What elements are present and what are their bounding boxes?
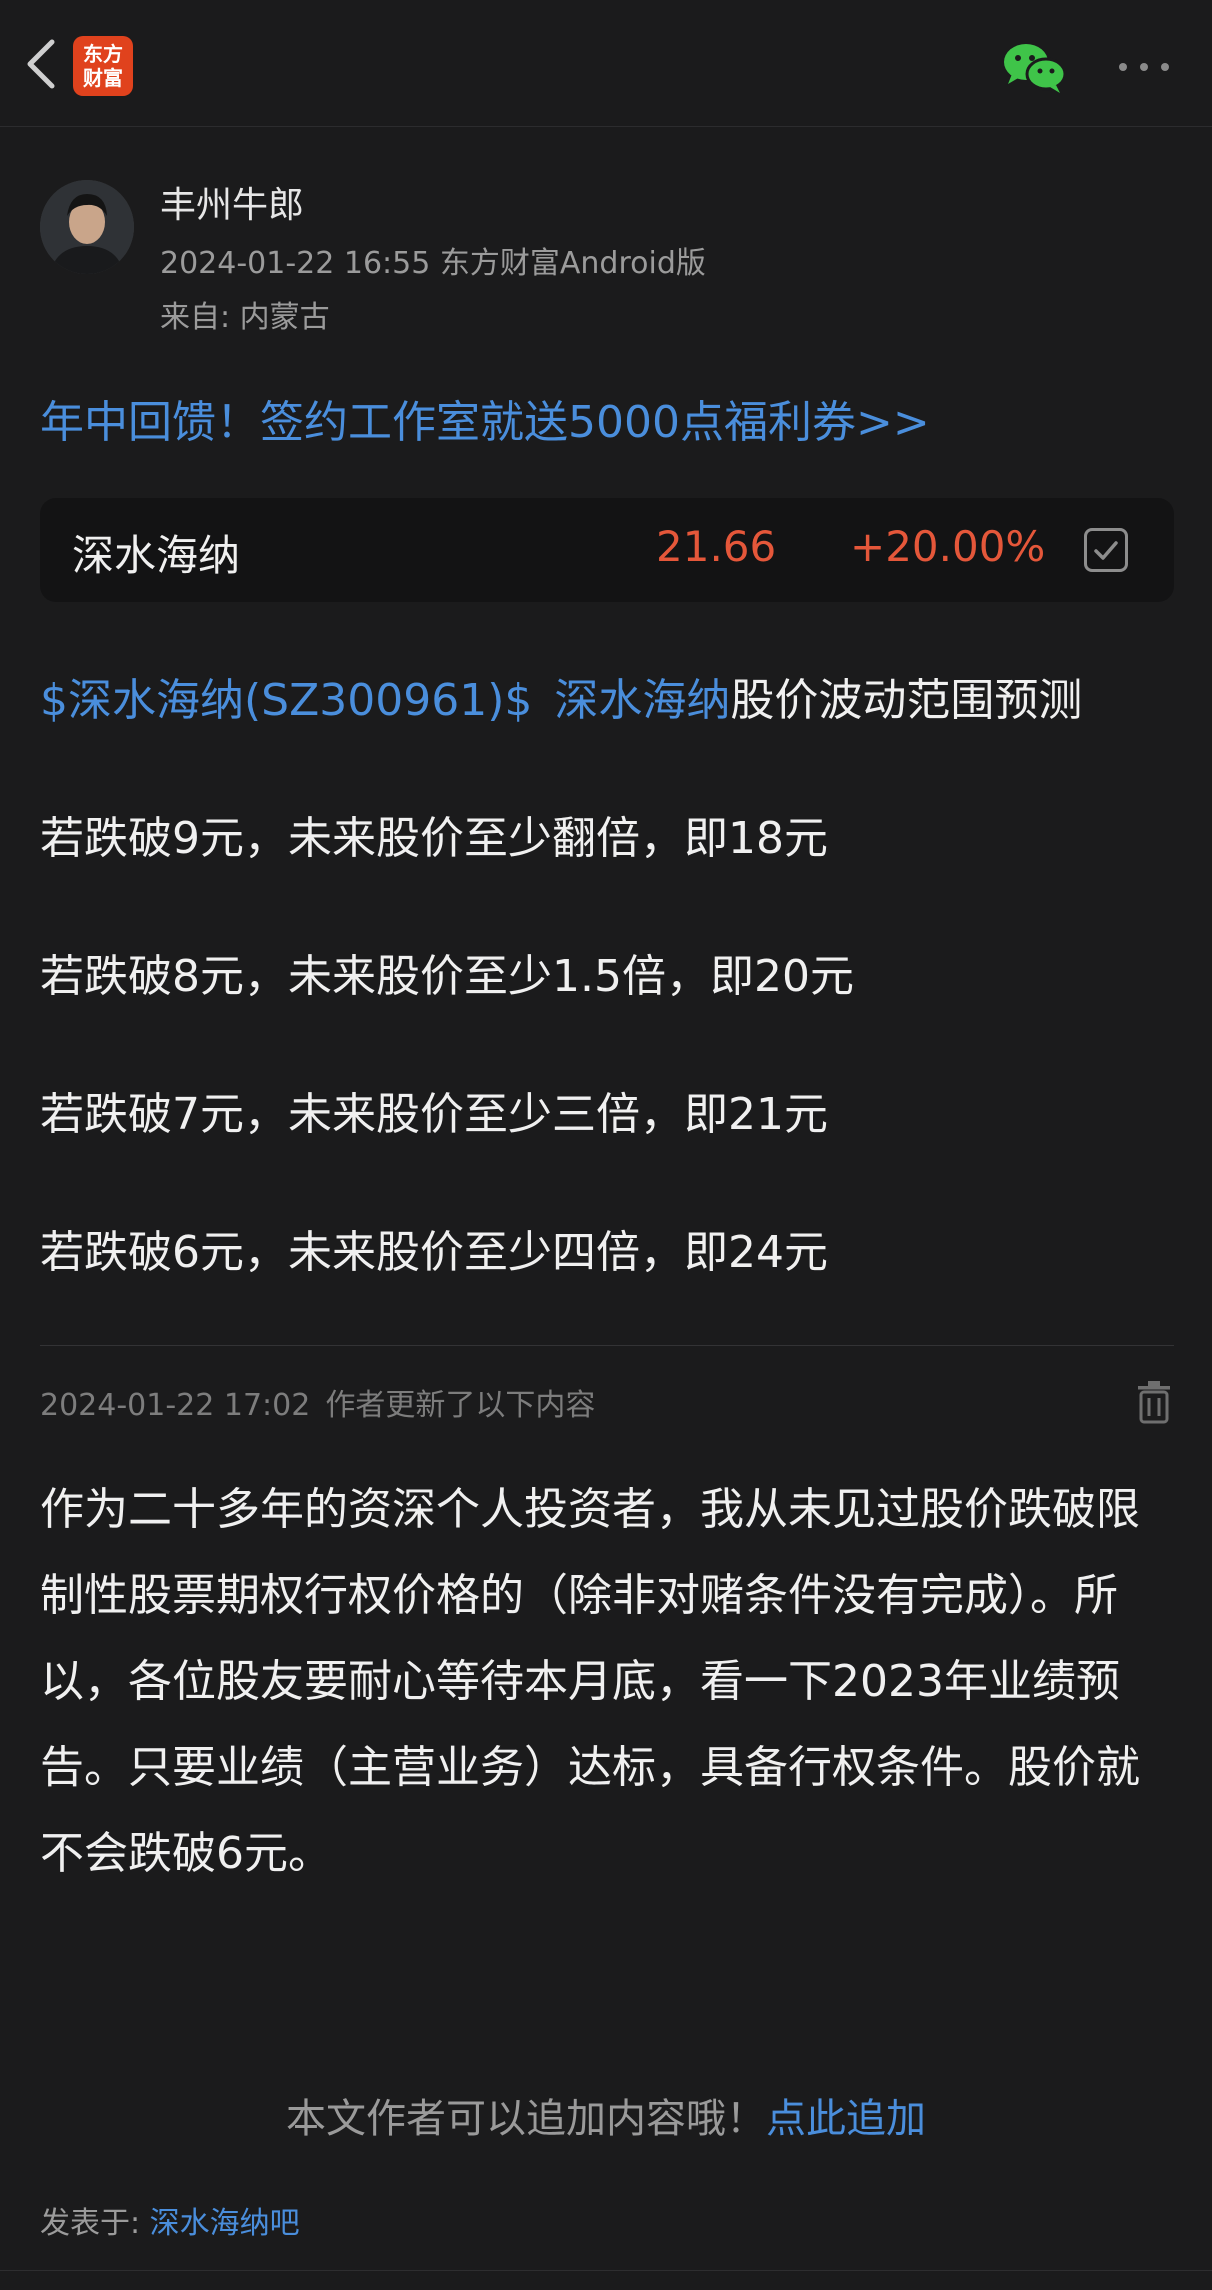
update-date: 2024-01-22 17:02 bbox=[40, 1388, 311, 1423]
update-divider bbox=[40, 1345, 1174, 1346]
logo-text-1: 东方 bbox=[83, 42, 123, 66]
stock-price: 21.66 bbox=[656, 522, 777, 571]
post-meta: 2024-01-22 16:55 东方财富Android版 bbox=[160, 246, 706, 281]
more-icon[interactable] bbox=[1115, 52, 1173, 82]
update-header: 2024-01-22 17:02 作者更新了以下内容 bbox=[40, 1380, 595, 1424]
append-hint: 本文作者可以追加内容哦！ bbox=[286, 2096, 766, 2142]
posted-in: 发表于: 深水海纳吧 bbox=[40, 2198, 300, 2242]
stock-name-link[interactable]: 深水海纳 bbox=[554, 675, 730, 726]
update-text: 作为二十多年的资深个人投资者，我从未见过股价跌破限制性股票期权行权价格的（除非对… bbox=[40, 1484, 1140, 1879]
watchlist-check-icon[interactable] bbox=[1084, 528, 1128, 572]
stock-tag-link[interactable]: $深水海纳(SZ300961)$ bbox=[40, 675, 532, 726]
append-bar: 本文作者可以追加内容哦！点此追加 bbox=[0, 2086, 1212, 2144]
post-line-2: 若跌破8元，未来股价至少1.5倍，即20元 bbox=[40, 951, 854, 1002]
post-line-4: 若跌破6元，未来股价至少四倍，即24元 bbox=[40, 1227, 828, 1278]
post-line-3: 若跌破7元，未来股价至少三倍，即21元 bbox=[40, 1089, 828, 1140]
logo-text-2: 财富 bbox=[83, 66, 123, 90]
wechat-share-icon[interactable] bbox=[1000, 40, 1068, 96]
forum-link[interactable]: 深水海纳吧 bbox=[150, 2206, 300, 2241]
bottom-divider bbox=[0, 2270, 1212, 2271]
post-title-text: 股价波动范围预测 bbox=[730, 675, 1083, 726]
stock-change: +20.00% bbox=[850, 522, 1046, 571]
post-location: 来自: 内蒙古 bbox=[160, 300, 330, 335]
posted-in-label: 发表于: bbox=[40, 2206, 141, 2241]
post-title-line: $深水海纳(SZ300961)$ 深水海纳股价波动范围预测 bbox=[40, 664, 1082, 728]
promo-link[interactable]: 年中回馈！签约工作室就送5000点福利券>> bbox=[40, 386, 930, 450]
stock-name: 深水海纳 bbox=[72, 531, 241, 580]
append-link[interactable]: 点此追加 bbox=[766, 2096, 926, 2142]
trash-icon[interactable] bbox=[1134, 1380, 1174, 1424]
post-line-1: 若跌破9元，未来股价至少翻倍，即18元 bbox=[40, 813, 828, 864]
update-label: 作者更新了以下内容 bbox=[325, 1388, 596, 1423]
author-name[interactable]: 丰州牛郎 bbox=[160, 176, 304, 228]
back-icon[interactable] bbox=[18, 34, 68, 94]
author-avatar[interactable] bbox=[40, 180, 134, 274]
app-logo[interactable]: 东方 财富 bbox=[73, 36, 133, 96]
